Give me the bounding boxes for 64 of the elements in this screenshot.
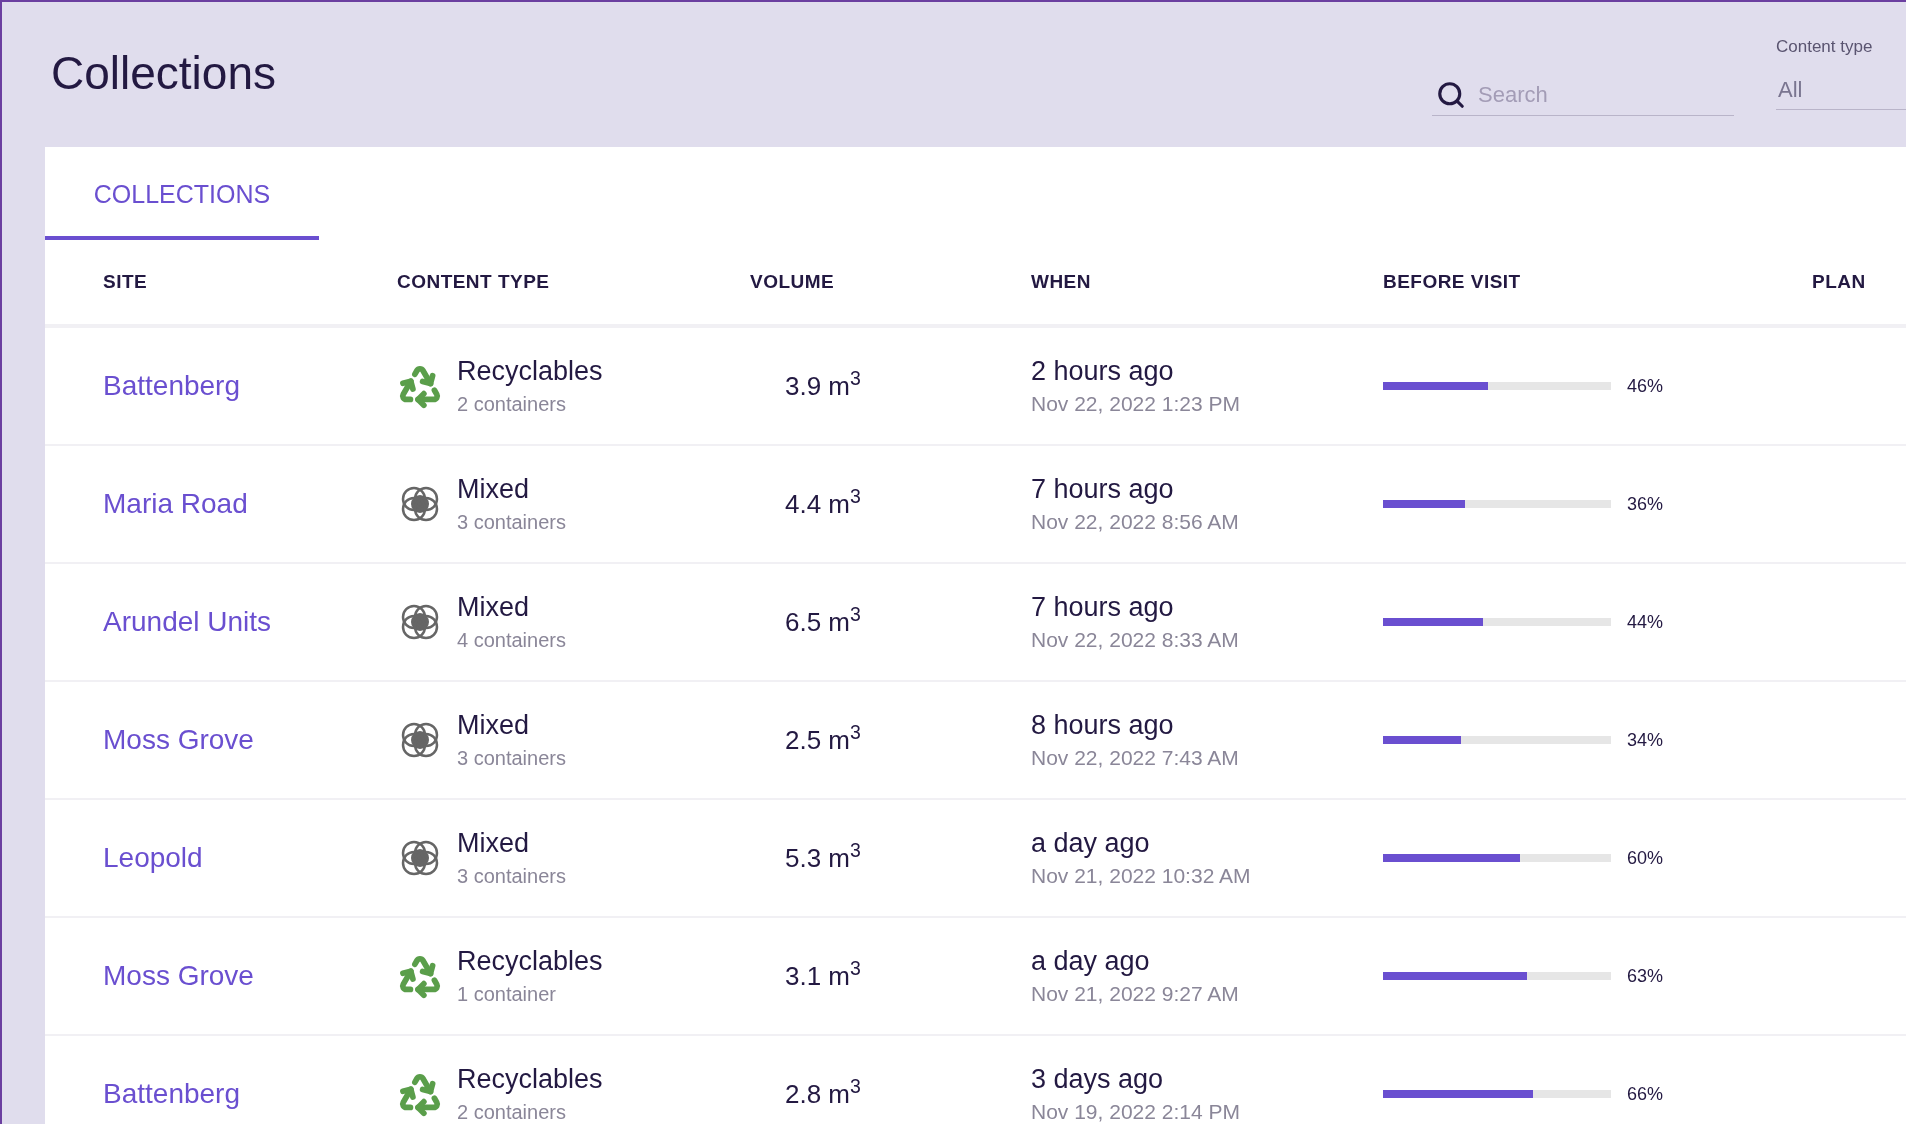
column-header: SITE xyxy=(103,270,148,292)
column-header: CONTENT TYPE xyxy=(397,270,550,292)
relative-time: 3 days ago xyxy=(1031,1062,1165,1096)
site-link[interactable]: Maria Road xyxy=(103,488,248,519)
site-link[interactable]: Moss Grove xyxy=(103,724,254,755)
site-link[interactable]: Battenberg xyxy=(103,1078,240,1109)
percent-text: 34% xyxy=(1627,728,1664,752)
volume-text: 4.4 m$^{3}$ xyxy=(785,488,861,519)
recycle-icon xyxy=(397,1071,443,1117)
date-text: Nov 22, 2022 8:56 AM xyxy=(1031,509,1240,536)
column-header: VOLUME xyxy=(750,270,835,292)
container-count: 4 containers xyxy=(457,627,566,653)
content-type-text: Recyclables xyxy=(457,355,603,389)
site-link[interactable]: Leopold xyxy=(103,842,203,873)
percent-text: 36% xyxy=(1627,492,1664,516)
date-text: Nov 22, 2022 8:33 AM xyxy=(1031,627,1240,654)
column-header: WHEN xyxy=(1031,270,1091,292)
relative-time: 7 hours ago xyxy=(1031,472,1175,506)
date-text: Nov 21, 2022 10:32 AM xyxy=(1031,863,1252,890)
site-link[interactable]: Arundel Units xyxy=(103,606,272,637)
volume-text: 5.3 m$^{3}$ xyxy=(785,842,861,873)
percent-text: 63% xyxy=(1627,964,1664,988)
relative-time: 2 hours ago xyxy=(1031,354,1175,388)
content-type-text: Mixed xyxy=(457,709,531,743)
content-type-text: Mixed xyxy=(457,591,531,625)
column-header: PLAN xyxy=(1812,270,1866,292)
page-title: Collections xyxy=(51,50,276,96)
search-field[interactable]: Search xyxy=(1478,78,1698,111)
relative-time: 8 hours ago xyxy=(1031,708,1175,742)
date-text: Nov 19, 2022 2:14 PM xyxy=(1031,1099,1241,1124)
volume-text: 2.8 m$^{3}$ xyxy=(785,1078,861,1109)
percent-text: 44% xyxy=(1627,610,1664,634)
volume-text: 3.9 m$^{3}$ xyxy=(785,370,861,401)
relative-time: 7 hours ago xyxy=(1031,590,1175,624)
container-count: 1 container xyxy=(457,981,557,1007)
volume-text: 2.5 m$^{3}$ xyxy=(785,724,861,755)
relative-time: a day ago xyxy=(1031,944,1151,978)
volume-text: 6.5 m$^{3}$ xyxy=(785,606,861,637)
content-type-text: Recyclables xyxy=(457,1063,603,1097)
container-count: 2 containers xyxy=(457,391,567,417)
container-count: 2 containers xyxy=(457,1099,567,1124)
content-type-text: Recyclables xyxy=(457,945,603,979)
container-count: 3 containers xyxy=(457,863,566,889)
recycle-icon xyxy=(397,363,443,409)
percent-text: 66% xyxy=(1627,1082,1664,1106)
percent-text: 60% xyxy=(1627,846,1664,870)
search-icon xyxy=(1436,79,1466,110)
container-count: 3 containers xyxy=(457,509,566,535)
content-type-text: Mixed xyxy=(457,827,531,861)
recycle-icon xyxy=(397,953,443,999)
date-text: Nov 22, 2022 1:23 PM xyxy=(1031,391,1241,418)
tab[interactable]: COLLECTIONS xyxy=(45,147,319,240)
relative-time: a day ago xyxy=(1031,826,1151,860)
column-header: BEFORE VISIT xyxy=(1383,270,1521,292)
date-text: Nov 22, 2022 7:43 AM xyxy=(1031,745,1240,772)
content-type-select[interactable]: All xyxy=(1776,69,1906,110)
percent-text: 46% xyxy=(1627,374,1664,398)
filter-label: Content type xyxy=(1776,36,1874,58)
date-text: Nov 21, 2022 9:27 AM xyxy=(1031,981,1240,1008)
site-link[interactable]: Moss Grove xyxy=(103,960,254,991)
container-count: 3 containers xyxy=(457,745,566,771)
content-type-text: Mixed xyxy=(457,473,531,507)
site-link[interactable]: Battenberg xyxy=(103,370,240,401)
volume-text: 3.1 m$^{3}$ xyxy=(785,960,861,991)
